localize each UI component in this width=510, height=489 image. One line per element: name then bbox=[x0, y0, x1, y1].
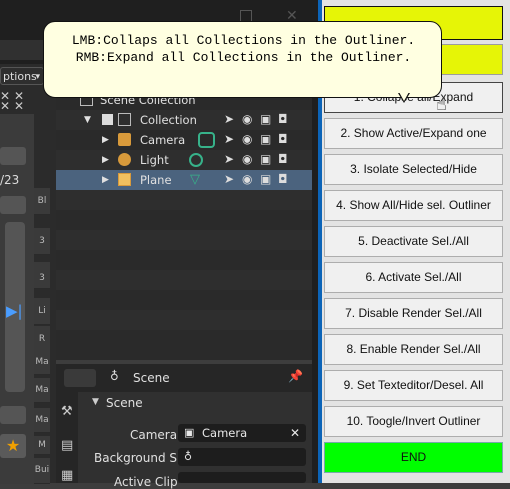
camera-render-icon[interactable]: ◘ bbox=[278, 172, 288, 186]
disable-render-button[interactable]: 7. Disable Render Sel./All bbox=[324, 298, 503, 329]
disclosure-icon[interactable]: ▶ bbox=[102, 170, 109, 190]
eye-icon[interactable]: ◉ bbox=[242, 152, 252, 166]
options-dropdown[interactable]: ptions ▾ bbox=[0, 67, 44, 85]
mesh-data-icon[interactable]: ▽ bbox=[190, 170, 200, 190]
frame-text: /23 bbox=[0, 173, 20, 187]
active-clip-label: Active Clip bbox=[114, 475, 178, 489]
tooltip-line: RMB:Expand all Collections in the Outlin… bbox=[75, 50, 412, 65]
isolate-selected-button[interactable]: 3. Isolate Selected/Hide bbox=[324, 154, 503, 185]
disclosure-icon[interactable]: ▶ bbox=[102, 150, 109, 170]
monitor-icon[interactable]: ▣ bbox=[260, 172, 271, 186]
vertical-tab[interactable]: Ma bbox=[34, 378, 50, 403]
enable-render-button[interactable]: 8. Enable Render Sel./All bbox=[324, 334, 503, 365]
chevron-down-icon: ▾ bbox=[35, 72, 40, 82]
tooltip-line: LMB:Collaps all Collections in the Outli… bbox=[71, 33, 416, 48]
editor-type-button[interactable] bbox=[64, 369, 96, 387]
vertical-tab[interactable]: Ma bbox=[34, 350, 50, 375]
tool-icon[interactable]: ⚒ bbox=[61, 404, 73, 419]
output-icon[interactable]: ▦ bbox=[61, 468, 73, 483]
camera-render-icon[interactable]: ◘ bbox=[278, 152, 288, 166]
camera-label: Camera bbox=[130, 428, 178, 442]
vertical-tab[interactable]: Bui bbox=[34, 458, 50, 484]
vertical-tab[interactable]: 3 bbox=[34, 228, 50, 255]
empty-row bbox=[56, 270, 312, 290]
monitor-icon[interactable]: ▣ bbox=[260, 132, 271, 146]
close-icon[interactable]: ✕ bbox=[0, 100, 12, 112]
close-icon[interactable]: ✕ bbox=[290, 424, 300, 442]
checkbox-icon[interactable] bbox=[102, 114, 113, 125]
vertical-tab[interactable]: Ma bbox=[34, 408, 50, 433]
empty-row bbox=[56, 310, 312, 330]
section-title: Scene bbox=[106, 396, 143, 410]
outliner-panel: Scene Collection ▼ Collection ▶ Camera ▶… bbox=[56, 64, 312, 360]
left-field[interactable] bbox=[0, 147, 26, 165]
restriction-toggles: ➤ ◉ ▣ ◘ ➤ ◉ ▣ ◘ ➤ ◉ ▣ ◘ ➤ ◉ ▣ ◘ bbox=[224, 110, 304, 190]
vertical-tab[interactable]: Bl bbox=[34, 188, 50, 215]
disclosure-icon[interactable]: ▼ bbox=[84, 110, 91, 130]
render-icon[interactable]: ▤ bbox=[61, 438, 73, 453]
tooltip: LMB:Collaps all Collections in the Outli… bbox=[43, 21, 442, 98]
close-icon[interactable]: ✕ bbox=[14, 100, 26, 112]
toggle-outliner-button[interactable]: 10. Toogle/Invert Outliner bbox=[324, 406, 503, 437]
end-button[interactable]: END bbox=[324, 442, 503, 473]
outliner-label: Light bbox=[140, 153, 169, 167]
mesh-object-icon bbox=[118, 173, 131, 186]
left-field[interactable] bbox=[0, 196, 26, 214]
monitor-icon[interactable]: ▣ bbox=[260, 112, 271, 126]
camera-render-icon[interactable]: ◘ bbox=[278, 132, 288, 146]
show-active-button[interactable]: 2. Show Active/Expand one Level bbox=[324, 118, 503, 169]
collection-icon bbox=[118, 113, 131, 126]
vertical-tab[interactable]: Li bbox=[34, 298, 50, 325]
select-arrow-icon[interactable]: ➤ bbox=[224, 152, 234, 166]
activate-button[interactable]: 6. Activate Sel./All bbox=[324, 262, 503, 293]
camera-field[interactable]: ▣ Camera ✕ bbox=[178, 424, 306, 442]
left-field[interactable] bbox=[0, 406, 26, 424]
light-icon bbox=[118, 153, 131, 166]
outliner-label: Plane bbox=[140, 173, 172, 187]
camera-object-icon: ▣ bbox=[184, 426, 195, 439]
camera-data-icon[interactable] bbox=[198, 132, 215, 148]
hand-cursor-icon: ☝ bbox=[436, 94, 447, 115]
options-label: ptions bbox=[3, 70, 37, 83]
outliner-label: Camera bbox=[140, 133, 186, 147]
eye-icon[interactable]: ◉ bbox=[242, 112, 252, 126]
vertical-tab[interactable]: R bbox=[34, 326, 50, 353]
select-arrow-icon[interactable]: ➤ bbox=[224, 112, 234, 126]
select-arrow-icon[interactable]: ➤ bbox=[224, 132, 234, 146]
empty-row bbox=[56, 230, 312, 250]
pin-icon[interactable]: 📌 bbox=[288, 369, 303, 383]
monitor-icon[interactable]: ▣ bbox=[260, 152, 271, 166]
camera-field-value: Camera bbox=[202, 426, 248, 440]
properties-header: ♁ Scene 📌 bbox=[56, 364, 312, 392]
set-texteditor-button[interactable]: 9. Set Texteditor/Desel. All bbox=[324, 370, 503, 401]
eye-icon[interactable]: ◉ bbox=[242, 172, 252, 186]
light-data-icon[interactable] bbox=[189, 153, 203, 167]
camera-render-icon[interactable]: ◘ bbox=[278, 112, 288, 126]
properties-title: Scene bbox=[133, 371, 170, 385]
vertical-tab[interactable]: 3 bbox=[34, 268, 50, 289]
star-icon[interactable]: ★ bbox=[0, 434, 26, 458]
camera-icon bbox=[118, 133, 131, 146]
background-label: Background S... bbox=[94, 451, 189, 465]
deactivate-button[interactable]: 5. Deactivate Sel./All bbox=[324, 226, 503, 257]
scene-icon: ♁ bbox=[110, 369, 119, 383]
empty-row bbox=[56, 190, 312, 210]
vertical-tab[interactable]: M bbox=[34, 436, 50, 455]
disclosure-icon[interactable]: ▶ bbox=[102, 130, 109, 150]
play-end-icon[interactable]: ▶| bbox=[6, 302, 23, 320]
select-arrow-icon[interactable]: ➤ bbox=[224, 172, 234, 186]
active-clip-field[interactable] bbox=[178, 472, 306, 483]
background-field[interactable]: ♁ bbox=[178, 448, 306, 466]
tooltip-pointer bbox=[399, 92, 409, 101]
eye-icon[interactable]: ◉ bbox=[242, 132, 252, 146]
scene-icon: ♁ bbox=[184, 450, 193, 463]
disclosure-icon[interactable]: ▼ bbox=[92, 397, 99, 407]
show-all-button[interactable]: 4. Show All/Hide sel. Outliner bbox=[324, 190, 503, 221]
outliner-label: Collection bbox=[140, 113, 197, 127]
properties-tab-strip: ⚒ ▤ ▦ bbox=[56, 392, 78, 483]
